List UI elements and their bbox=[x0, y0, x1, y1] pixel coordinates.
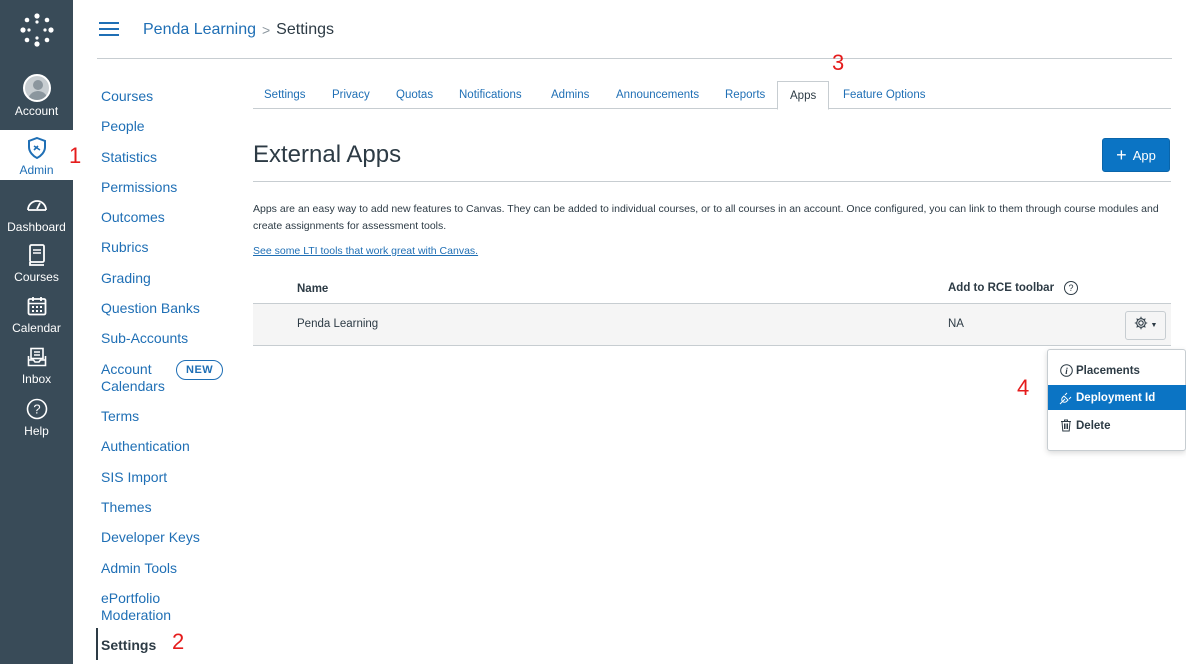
nav-dashboard[interactable]: Dashboard bbox=[0, 192, 73, 234]
subnav-account-calendars[interactable]: Account Calendars bbox=[101, 361, 165, 395]
tab-settings[interactable]: Settings bbox=[264, 81, 306, 109]
svg-text:?: ? bbox=[33, 402, 40, 417]
hamburger-menu-icon[interactable] bbox=[99, 22, 119, 36]
info-icon: i bbox=[1059, 364, 1073, 378]
add-app-button[interactable]: + App bbox=[1102, 138, 1170, 172]
settings-tabs: Settings Privacy Quotas Notifications Ad… bbox=[253, 81, 1171, 110]
nav-courses-label: Courses bbox=[14, 270, 59, 284]
nav-courses[interactable]: Courses bbox=[0, 242, 73, 284]
menu-item-placements-label: Placements bbox=[1076, 364, 1140, 377]
nav-account-label: Account bbox=[14, 104, 59, 118]
breadcrumb: Penda Learning > Settings bbox=[143, 21, 334, 39]
help-question-icon[interactable]: ? bbox=[1064, 281, 1079, 295]
menu-item-placements[interactable]: i Placements bbox=[1048, 358, 1186, 383]
column-header-name: Name bbox=[297, 283, 329, 295]
subnav-sub-accounts[interactable]: Sub-Accounts bbox=[101, 330, 188, 347]
subnav-authentication[interactable]: Authentication bbox=[101, 438, 190, 455]
plug-icon bbox=[1059, 391, 1073, 405]
app-name-cell: Penda Learning bbox=[297, 318, 379, 330]
tab-admins[interactable]: Admins bbox=[551, 81, 589, 109]
header-divider bbox=[97, 58, 1172, 59]
help-icon: ? bbox=[24, 396, 50, 422]
subnav-eportfolio-moderation[interactable]: ePortfolio Moderation bbox=[101, 590, 171, 624]
apps-description: Apps are an easy way to add new features… bbox=[253, 203, 1159, 232]
nav-help[interactable]: ? Help bbox=[0, 396, 73, 438]
subnav-settings[interactable]: Settings bbox=[101, 637, 156, 654]
page-title: External Apps bbox=[253, 141, 402, 168]
app-actions-menu: i Placements Deployment Id Delete bbox=[1047, 349, 1186, 451]
subnav-outcomes[interactable]: Outcomes bbox=[101, 209, 165, 226]
subnav-grading[interactable]: Grading bbox=[101, 270, 151, 287]
avatar bbox=[22, 74, 51, 102]
title-divider bbox=[253, 181, 1171, 182]
trash-icon bbox=[1059, 419, 1073, 433]
tab-feature-options[interactable]: Feature Options bbox=[843, 81, 925, 109]
calendar-icon bbox=[24, 293, 50, 319]
new-badge: NEW bbox=[176, 360, 224, 380]
subnav-people[interactable]: People bbox=[101, 118, 145, 135]
menu-item-delete-label: Delete bbox=[1076, 419, 1111, 432]
annotation-1: 1 bbox=[69, 143, 82, 168]
chevron-down-icon: ▼ bbox=[1150, 322, 1158, 329]
app-rce-cell: NA bbox=[948, 318, 964, 330]
inbox-icon bbox=[24, 344, 50, 370]
subnav-developer-keys[interactable]: Developer Keys bbox=[101, 529, 200, 546]
subnav-account-calendars-line1: Account bbox=[101, 361, 152, 377]
nav-calendar[interactable]: Calendar bbox=[0, 293, 73, 335]
gear-icon bbox=[1134, 316, 1148, 335]
breadcrumb-current: Settings bbox=[276, 21, 334, 38]
breadcrumb-link-account[interactable]: Penda Learning bbox=[143, 21, 256, 39]
nav-inbox-label: Inbox bbox=[21, 372, 52, 386]
subnav-eportfolio-line1: ePortfolio bbox=[101, 590, 161, 606]
nav-dashboard-label: Dashboard bbox=[7, 220, 66, 234]
tab-reports[interactable]: Reports bbox=[725, 81, 765, 109]
menu-item-deployment-id-label: Deployment Id bbox=[1076, 391, 1156, 404]
subnav-permissions[interactable]: Permissions bbox=[101, 179, 177, 196]
annotation-3: 3 bbox=[832, 50, 845, 75]
svg-text:i: i bbox=[1065, 366, 1068, 376]
subnav-terms[interactable]: Terms bbox=[101, 408, 139, 425]
column-header-rce-label: Add to RCE toolbar bbox=[948, 282, 1055, 294]
lti-tools-link[interactable]: See some LTI tools that work great with … bbox=[253, 245, 478, 257]
subnav-admin-tools[interactable]: Admin Tools bbox=[101, 560, 177, 577]
nav-help-label: Help bbox=[24, 424, 49, 438]
plus-icon: + bbox=[1116, 145, 1127, 165]
nav-admin[interactable]: Admin bbox=[0, 130, 73, 180]
subnav-eportfolio-line2: Moderation bbox=[101, 607, 172, 623]
nav-inbox[interactable]: Inbox bbox=[0, 344, 73, 386]
global-nav: Account Admin Dashboard Courses Calendar… bbox=[0, 0, 73, 664]
nav-calendar-label: Calendar bbox=[12, 321, 61, 335]
menu-item-delete[interactable]: Delete bbox=[1048, 413, 1186, 438]
table-row: Penda Learning NA ▼ bbox=[253, 303, 1171, 346]
tab-announcements[interactable]: Announcements bbox=[616, 81, 699, 109]
breadcrumb-separator: > bbox=[261, 22, 271, 38]
tab-privacy[interactable]: Privacy bbox=[332, 81, 370, 109]
book-icon bbox=[24, 242, 50, 268]
subnav-question-banks[interactable]: Question Banks bbox=[101, 300, 200, 317]
dashboard-icon bbox=[24, 192, 50, 218]
annotation-4: 4 bbox=[1017, 375, 1030, 400]
subnav-account-calendars-line2: Calendars bbox=[101, 378, 165, 394]
shield-icon bbox=[24, 135, 50, 161]
subnav-themes[interactable]: Themes bbox=[101, 499, 152, 516]
tab-quotas[interactable]: Quotas bbox=[396, 81, 433, 109]
app-settings-gear-button[interactable]: ▼ bbox=[1125, 311, 1166, 340]
subnav-rubrics[interactable]: Rubrics bbox=[101, 239, 148, 256]
subnav-courses[interactable]: Courses bbox=[101, 88, 153, 105]
annotation-2: 2 bbox=[172, 629, 185, 654]
subnav-sis-import[interactable]: SIS Import bbox=[101, 469, 167, 486]
nav-account[interactable]: Account bbox=[0, 74, 73, 118]
add-app-label: App bbox=[1132, 147, 1156, 163]
column-header-rce-toolbar: Add to RCE toolbar ? bbox=[948, 281, 1079, 295]
tab-notifications[interactable]: Notifications bbox=[459, 81, 522, 109]
canvas-logo-icon[interactable] bbox=[0, 12, 73, 52]
tab-apps[interactable]: Apps bbox=[777, 81, 830, 110]
menu-item-deployment-id[interactable]: Deployment Id bbox=[1048, 385, 1186, 410]
subnav-active-indicator bbox=[96, 628, 98, 660]
nav-admin-label: Admin bbox=[19, 163, 54, 177]
subnav-statistics[interactable]: Statistics bbox=[101, 149, 157, 166]
